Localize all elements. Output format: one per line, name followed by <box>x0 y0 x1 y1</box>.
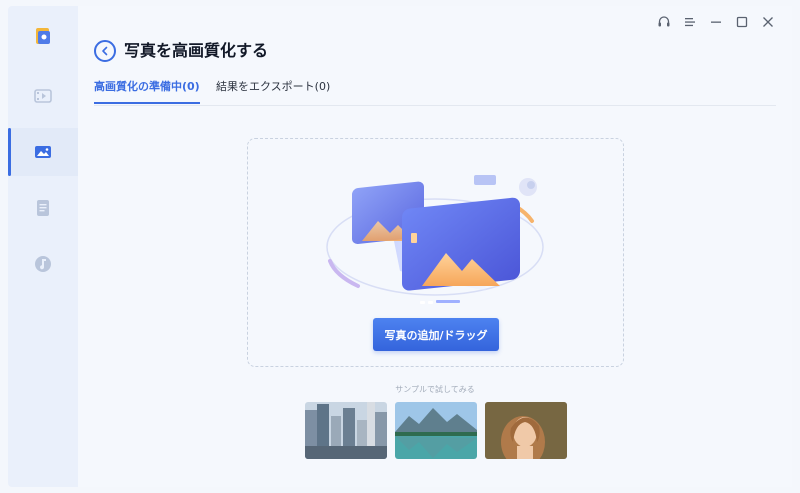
tab-export[interactable]: 結果をエクスポート(0) <box>216 80 330 94</box>
music-icon <box>35 256 51 272</box>
support-button[interactable] <box>656 14 672 30</box>
window-controls <box>656 14 776 30</box>
sample-portrait[interactable] <box>485 402 567 459</box>
sample-lake[interactable] <box>395 402 477 459</box>
add-photo-button[interactable]: 写真の追加/ドラッグ <box>373 318 499 351</box>
menu-button[interactable] <box>682 14 698 30</box>
document-icon <box>37 200 49 216</box>
maximize-icon <box>736 16 748 28</box>
close-icon <box>763 17 773 27</box>
sample-lake-thumbnail <box>395 402 477 459</box>
main-panel: 写真を高画質化する 高画質化の準備中(0) 結果をエクスポート(0) 写真の追加… <box>78 6 792 487</box>
minimize-icon <box>711 21 721 23</box>
back-button[interactable] <box>94 40 116 62</box>
chevron-left-icon <box>102 46 108 56</box>
sidebar <box>8 6 78 487</box>
minimize-button[interactable] <box>708 14 724 30</box>
tab-preparing[interactable]: 高画質化の準備中(0) <box>94 80 200 104</box>
maximize-button[interactable] <box>734 14 750 30</box>
menu-icon <box>685 18 695 27</box>
sidebar-item-music[interactable] <box>8 240 78 288</box>
tab-bar: 高画質化の準備中(0) 結果をエクスポート(0) <box>94 80 776 106</box>
sidebar-item-photo[interactable] <box>8 128 78 176</box>
sample-portrait-thumbnail <box>485 402 567 459</box>
app-window: 写真を高画質化する 高画質化の準備中(0) 結果をエクスポート(0) 写真の追加… <box>0 0 800 493</box>
headset-icon <box>658 16 670 27</box>
sidebar-item-document[interactable] <box>8 184 78 232</box>
sidebar-item-video[interactable] <box>8 72 78 120</box>
upload-illustration-icon <box>326 175 544 304</box>
app-logo <box>8 12 78 60</box>
video-icon <box>34 89 52 103</box>
page-title: 写真を高画質化する <box>124 41 269 60</box>
sample-label: サンプルで試してみる <box>395 385 475 394</box>
sample-city-thumbnail <box>305 402 387 459</box>
close-button[interactable] <box>760 14 776 30</box>
sample-city[interactable] <box>305 402 387 459</box>
photo-dropzone[interactable]: 写真の追加/ドラッグ <box>247 138 624 367</box>
app-logo-icon <box>36 28 50 44</box>
photo-icon <box>35 146 51 158</box>
